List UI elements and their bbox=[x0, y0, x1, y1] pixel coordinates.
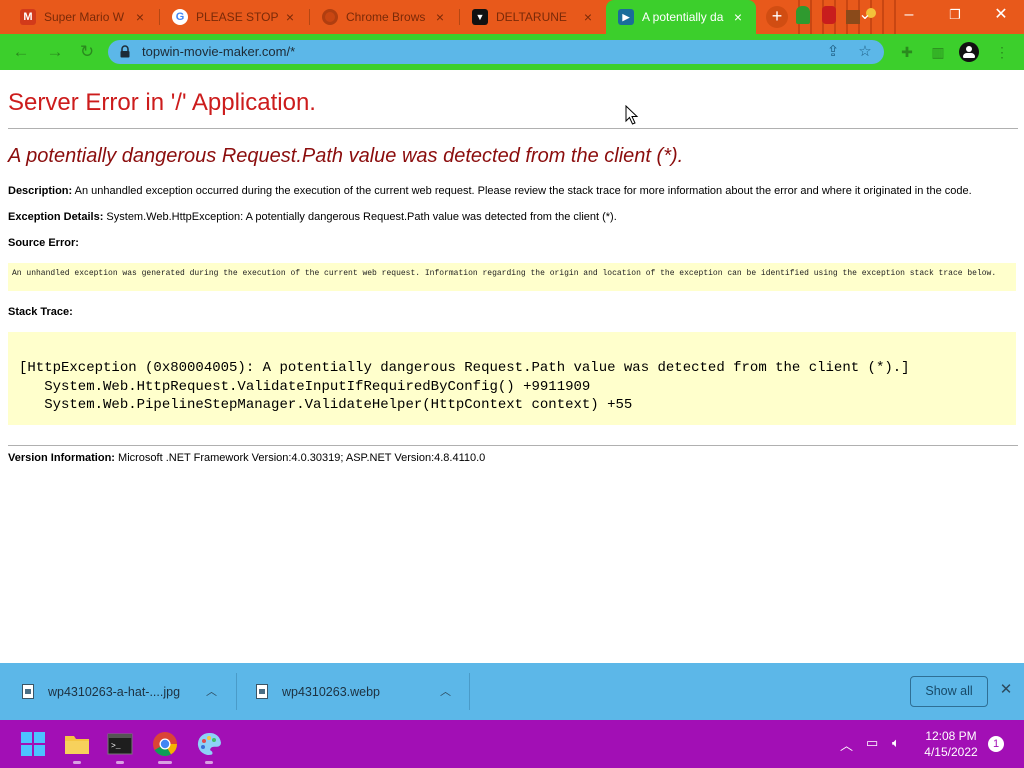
divider bbox=[8, 445, 1018, 446]
page-title: Server Error in '/' Application. bbox=[8, 89, 316, 116]
version-text: Microsoft .NET Framework Version:4.0.303… bbox=[118, 452, 486, 464]
svg-text:>_: >_ bbox=[111, 742, 121, 751]
divider bbox=[469, 673, 470, 710]
image-file-icon bbox=[256, 684, 268, 699]
close-icon[interactable]: × bbox=[730, 9, 746, 25]
lock-icon bbox=[120, 45, 130, 58]
mario-icon: M bbox=[20, 9, 36, 25]
windows-taskbar: >_ ︿ ▭ 🔈︎ 12:08 PM 4/15/2022 bbox=[0, 720, 1024, 768]
exception-text: System.Web.HttpException: A potentially … bbox=[106, 211, 617, 223]
tab-active-error[interactable]: ▶ A potentially da × bbox=[606, 0, 756, 34]
stack-trace-heading: Stack Trace: bbox=[8, 306, 73, 318]
mario-sprite-icon bbox=[822, 6, 836, 24]
running-indicator bbox=[116, 761, 124, 764]
share-icon[interactable]: ⇪ bbox=[824, 43, 842, 61]
chevron-up-icon[interactable]: ︿ bbox=[440, 683, 451, 699]
description-line: Description: An unhandled exception occu… bbox=[8, 185, 972, 197]
stack-trace-line: System.Web.HttpRequest.ValidateInputIfRe… bbox=[19, 378, 591, 395]
source-error-box: An unhandled exception was generated dur… bbox=[8, 263, 1016, 291]
new-tab-button[interactable]: + bbox=[766, 6, 788, 28]
divider bbox=[236, 673, 237, 710]
koopa-sprite-icon bbox=[796, 6, 810, 24]
divider bbox=[8, 128, 1018, 129]
error-subtitle: A potentially dangerous Request.Path val… bbox=[8, 145, 684, 167]
close-icon[interactable]: × bbox=[432, 9, 448, 25]
download-filename: wp4310263.webp bbox=[282, 684, 380, 699]
tab-strip: M Super Mario W × G PLEASE STOP × Chrome… bbox=[0, 0, 1024, 34]
close-icon[interactable]: × bbox=[132, 9, 148, 25]
forward-button[interactable]: → bbox=[44, 42, 66, 62]
browser-toolbar: ← → ↻ topwin-movie-maker.com/* ⇪ ☆ ✚ ▥ ⋮ bbox=[0, 34, 1024, 70]
network-icon[interactable]: ▭ bbox=[866, 735, 878, 751]
exception-line: Exception Details: System.Web.HttpExcept… bbox=[8, 211, 617, 223]
download-item[interactable]: wp4310263.webp ︿ bbox=[256, 663, 468, 720]
menu-kebab-icon[interactable]: ⋮ bbox=[993, 43, 1011, 61]
tab-deltarune[interactable]: ▼ DELTARUNE × bbox=[460, 0, 606, 34]
running-indicator bbox=[205, 761, 213, 764]
profile-avatar[interactable] bbox=[959, 42, 979, 62]
download-filename: wp4310263-a-hat-....jpg bbox=[48, 684, 181, 699]
show-all-button[interactable]: Show all bbox=[910, 676, 988, 707]
description-label: Description: bbox=[8, 185, 73, 197]
tab-chrome-browser[interactable]: Chrome Brows × bbox=[310, 0, 458, 34]
close-icon[interactable]: × bbox=[282, 9, 298, 25]
clock-date: 4/15/2022 bbox=[924, 745, 978, 759]
stack-trace-label: Stack Trace: bbox=[8, 306, 73, 318]
address-bar[interactable]: topwin-movie-maker.com/* ⇪ ☆ bbox=[108, 40, 884, 64]
windows-start-icon[interactable] bbox=[20, 731, 46, 757]
download-item[interactable]: wp4310263-a-hat-....jpg ︿ bbox=[22, 663, 234, 720]
tab-title: DELTARUNE bbox=[496, 10, 567, 24]
bookmark-star-icon[interactable]: ☆ bbox=[856, 43, 874, 61]
source-error-label: Source Error: bbox=[8, 237, 79, 249]
clock-time: 12:08 PM bbox=[925, 729, 977, 743]
notification-badge[interactable]: 1 bbox=[988, 736, 1004, 752]
source-error-heading: Source Error: bbox=[8, 237, 79, 249]
tab-super-mario[interactable]: M Super Mario W × bbox=[8, 0, 158, 34]
extensions-icon[interactable]: ✚ bbox=[898, 43, 916, 61]
tab-title: PLEASE STOP bbox=[196, 10, 279, 24]
tab-title: A potentially da bbox=[642, 10, 724, 24]
stack-trace-box: [HttpException (0x80004005): A potential… bbox=[8, 332, 1016, 425]
description-text: An unhandled exception occurred during t… bbox=[74, 185, 972, 197]
terminal-icon[interactable]: >_ bbox=[107, 731, 133, 764]
system-clock[interactable]: 12:08 PM 4/15/2022 bbox=[916, 728, 986, 760]
url-text: topwin-movie-maker.com/* bbox=[142, 44, 296, 59]
running-indicator bbox=[158, 761, 172, 764]
tab-please-stop[interactable]: G PLEASE STOP × bbox=[160, 0, 308, 34]
version-label: Version Information: bbox=[8, 452, 115, 464]
window-close-button[interactable]: ✕ bbox=[978, 0, 1024, 34]
side-panel-icon[interactable]: ▥ bbox=[929, 43, 947, 61]
chevron-up-icon[interactable]: ︿ bbox=[840, 735, 853, 754]
chrome-icon bbox=[322, 9, 338, 25]
chrome-icon[interactable] bbox=[152, 731, 178, 764]
stack-trace-line: System.Web.PipelineStepManager.ValidateH… bbox=[19, 397, 633, 413]
tab-title: Super Mario W bbox=[44, 10, 125, 24]
stack-trace-line: [HttpException (0x80004005): A potential… bbox=[19, 360, 910, 376]
file-explorer-icon[interactable] bbox=[64, 731, 90, 764]
reload-button[interactable]: ↻ bbox=[76, 42, 98, 62]
download-shelf: wp4310263-a-hat-....jpg ︿ wp4310263.webp… bbox=[0, 663, 1024, 720]
deltarune-icon: ▼ bbox=[472, 9, 488, 25]
volume-icon[interactable]: 🔈︎ bbox=[892, 735, 900, 751]
close-icon[interactable]: × bbox=[580, 9, 596, 25]
restore-button[interactable]: ❐ bbox=[932, 0, 978, 34]
chevron-up-icon[interactable]: ︿ bbox=[206, 683, 217, 699]
mouse-cursor-icon bbox=[625, 105, 639, 125]
minimize-button[interactable]: – bbox=[886, 0, 932, 34]
page-content: Server Error in '/' Application. A poten… bbox=[0, 70, 1024, 663]
google-icon: G bbox=[172, 9, 188, 25]
exception-label: Exception Details: bbox=[8, 211, 104, 223]
back-button[interactable]: ← bbox=[10, 42, 32, 62]
paint-icon[interactable] bbox=[196, 731, 222, 764]
running-indicator bbox=[73, 761, 81, 764]
tab-search-chevron-icon[interactable]: ⌄ bbox=[842, 0, 888, 34]
clapperboard-icon: ▶ bbox=[618, 9, 634, 25]
tab-title: Chrome Brows bbox=[346, 10, 426, 24]
image-file-icon bbox=[22, 684, 34, 699]
close-icon[interactable]: ✕ bbox=[998, 682, 1014, 698]
version-line: Version Information: Microsoft .NET Fram… bbox=[8, 452, 485, 464]
